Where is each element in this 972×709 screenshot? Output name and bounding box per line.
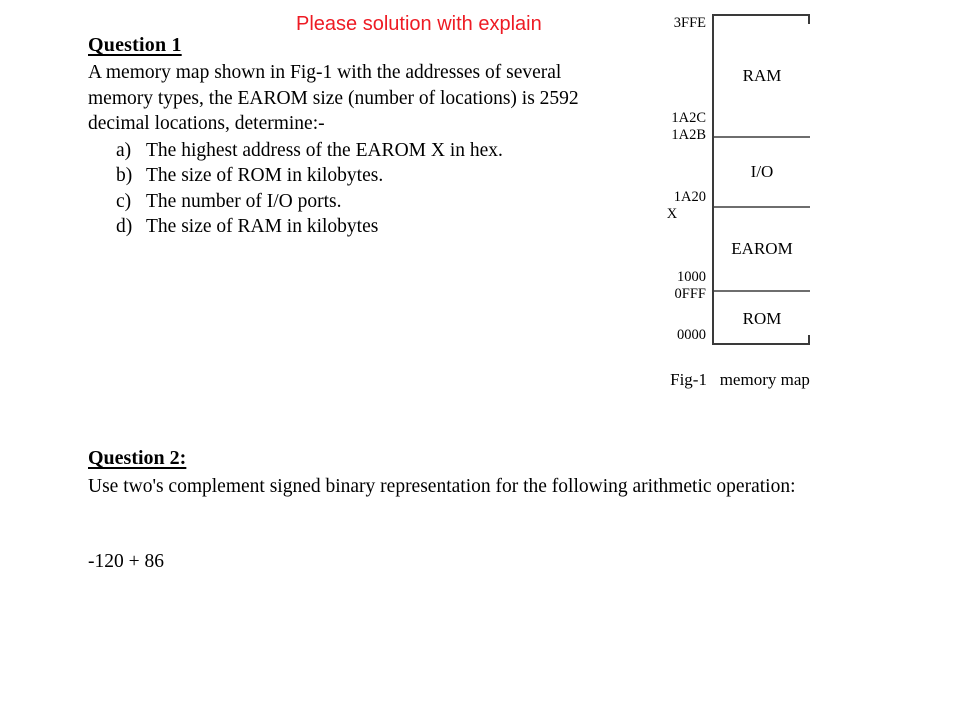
subpart-a-marker: a) — [116, 139, 132, 161]
question-1-heading: Question 1 — [88, 34, 182, 56]
address-label-0fff: 0FFF — [674, 286, 706, 302]
address-label-1a20: 1A20 — [673, 189, 706, 205]
memory-segment-rom: ROM — [742, 308, 782, 328]
question-2-paragraph: Use two's complement signed binary repre… — [88, 476, 796, 497]
figure-caption: Fig-1 memory map — [670, 370, 810, 389]
question-1-subpart-c: c) The number of I/O ports. — [88, 189, 628, 215]
address-label-1a2c: 1A2C — [671, 110, 706, 126]
memory-segment-io: I/O — [750, 162, 774, 181]
question-1-subpart-d: d) The size of RAM in kilobytes — [88, 214, 628, 240]
subpart-b-text: The size of ROM in kilobytes. — [146, 165, 384, 186]
memory-segment-ram: RAM — [742, 66, 782, 85]
memory-map-box: RAM I/O EAROM ROM — [712, 14, 810, 345]
address-label-x: X — [666, 206, 678, 222]
subpart-a-text: The highest address of the EAROM X in he… — [146, 139, 503, 161]
address-label-1000: 1000 — [677, 269, 706, 285]
annotation-please-solution: Please solution with explain — [296, 13, 542, 35]
address-label-1a2b: 1A2B — [671, 127, 706, 143]
question-2-body: Use two's complement signed binary repre… — [88, 474, 878, 500]
question-1-subpart-a: a) The highest address of the EAROM X in… — [88, 138, 628, 164]
question-1-paragraph: A memory map shown in Fig-1 with the add… — [88, 62, 579, 134]
subpart-b-marker: b) — [116, 165, 133, 186]
question-1-subpart-b: b) The size of ROM in kilobytes. — [88, 163, 628, 189]
subpart-c-marker: c) — [116, 190, 132, 212]
address-label-0000: 0000 — [677, 327, 706, 343]
question-1-subparts: a) The highest address of the EAROM X in… — [88, 138, 628, 240]
subpart-c-text: The number of I/O ports. — [146, 190, 342, 212]
subpart-d-marker: d) — [116, 216, 133, 237]
subpart-d-text: The size of RAM in kilobytes — [146, 216, 379, 237]
memory-segment-earom: EAROM — [731, 239, 793, 258]
question-1-body: A memory map shown in Fig-1 with the add… — [88, 60, 628, 240]
memory-map-figure: 3FFE 1A2C 1A2B 1A20 X 1000 0FFF 0000 RAM… — [600, 0, 930, 400]
address-label-3ffe: 3FFE — [673, 15, 706, 31]
question-2-expression: -120 + 86 — [88, 551, 164, 572]
question-2-heading: Question 2: — [88, 447, 187, 469]
